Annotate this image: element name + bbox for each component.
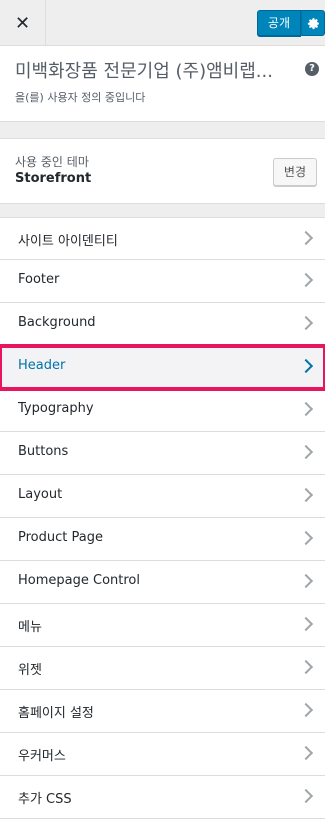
panel-buttons[interactable]: Buttons bbox=[0, 432, 325, 475]
panel-widgets[interactable]: 위젯 bbox=[0, 647, 325, 690]
panel-label: Typography bbox=[18, 401, 94, 416]
panel-list: 사이트 아이덴티티 Footer Background Header Typog… bbox=[0, 217, 325, 819]
customizing-subtitle: 을(를) 사용자 정의 중입니다 bbox=[15, 91, 146, 104]
panel-label: Homepage Control bbox=[18, 573, 140, 588]
chevron-right-icon bbox=[298, 530, 314, 546]
chevron-right-icon bbox=[298, 487, 314, 503]
panel-label: Background bbox=[18, 315, 96, 330]
panel-menus[interactable]: 메뉴 bbox=[0, 604, 325, 647]
panel-label: Buttons bbox=[18, 444, 69, 459]
chevron-right-icon bbox=[298, 401, 314, 417]
chevron-right-icon bbox=[298, 788, 314, 804]
chevron-right-icon bbox=[298, 444, 314, 460]
publish-group: 공개 bbox=[256, 10, 325, 36]
active-theme-section: 사용 중인 테마 Storefront 변경 bbox=[0, 138, 325, 204]
chevron-right-icon bbox=[298, 272, 314, 288]
panel-homepage-settings[interactable]: 홈페이지 설정 bbox=[0, 690, 325, 733]
chevron-right-icon bbox=[298, 573, 314, 589]
help-icon[interactable]: ? bbox=[305, 62, 319, 76]
panel-label: Layout bbox=[18, 487, 63, 502]
panel-label: 메뉴 bbox=[18, 620, 42, 635]
panel-label: 홈페이지 설정 bbox=[18, 706, 94, 721]
chevron-right-icon bbox=[298, 659, 314, 675]
gear-icon bbox=[307, 17, 319, 29]
panel-header[interactable]: Header bbox=[0, 344, 325, 391]
active-theme-label: 사용 중인 테마 bbox=[15, 155, 89, 169]
publish-button[interactable]: 공개 bbox=[256, 10, 301, 36]
panel-label: 추가 CSS bbox=[18, 792, 72, 807]
panel-label: Footer bbox=[18, 272, 60, 287]
panel-layout[interactable]: Layout bbox=[0, 475, 325, 518]
chevron-right-icon bbox=[298, 315, 314, 331]
change-theme-button[interactable]: 변경 bbox=[272, 158, 317, 186]
panel-label: 위젯 bbox=[18, 663, 42, 678]
panel-product-page[interactable]: Product Page bbox=[0, 518, 325, 561]
close-button[interactable]: ✕ bbox=[0, 0, 46, 46]
chevron-right-icon bbox=[298, 230, 314, 246]
site-title: 미백화장품 전문기업 (주)앰비랩... bbox=[15, 61, 273, 82]
panel-woocommerce[interactable]: 우커머스 bbox=[0, 733, 325, 776]
panel-background[interactable]: Background bbox=[0, 303, 325, 346]
active-theme-name: Storefront bbox=[15, 171, 92, 186]
publish-settings-button[interactable] bbox=[301, 10, 325, 36]
panel-homepage-control[interactable]: Homepage Control bbox=[0, 561, 325, 604]
panel-footer[interactable]: Footer bbox=[0, 260, 325, 303]
panel-typography[interactable]: Typography bbox=[0, 389, 325, 432]
chevron-right-icon bbox=[298, 616, 314, 632]
chevron-right-icon bbox=[298, 745, 314, 761]
panel-label: 사이트 아이덴티티 bbox=[18, 234, 118, 249]
customizer-header: ✕ 공개 bbox=[0, 0, 325, 46]
chevron-right-icon bbox=[298, 702, 314, 718]
customizer-info: 미백화장품 전문기업 (주)앰비랩... ? 을(를) 사용자 정의 중입니다 bbox=[0, 46, 325, 122]
chevron-right-icon bbox=[298, 358, 314, 374]
panel-label: Header bbox=[18, 358, 66, 373]
close-icon: ✕ bbox=[14, 12, 31, 34]
panel-label: Product Page bbox=[18, 530, 103, 545]
panel-additional-css[interactable]: 추가 CSS bbox=[0, 776, 325, 819]
panel-site-identity[interactable]: 사이트 아이덴티티 bbox=[0, 217, 325, 260]
panel-label: 우커머스 bbox=[18, 749, 66, 764]
